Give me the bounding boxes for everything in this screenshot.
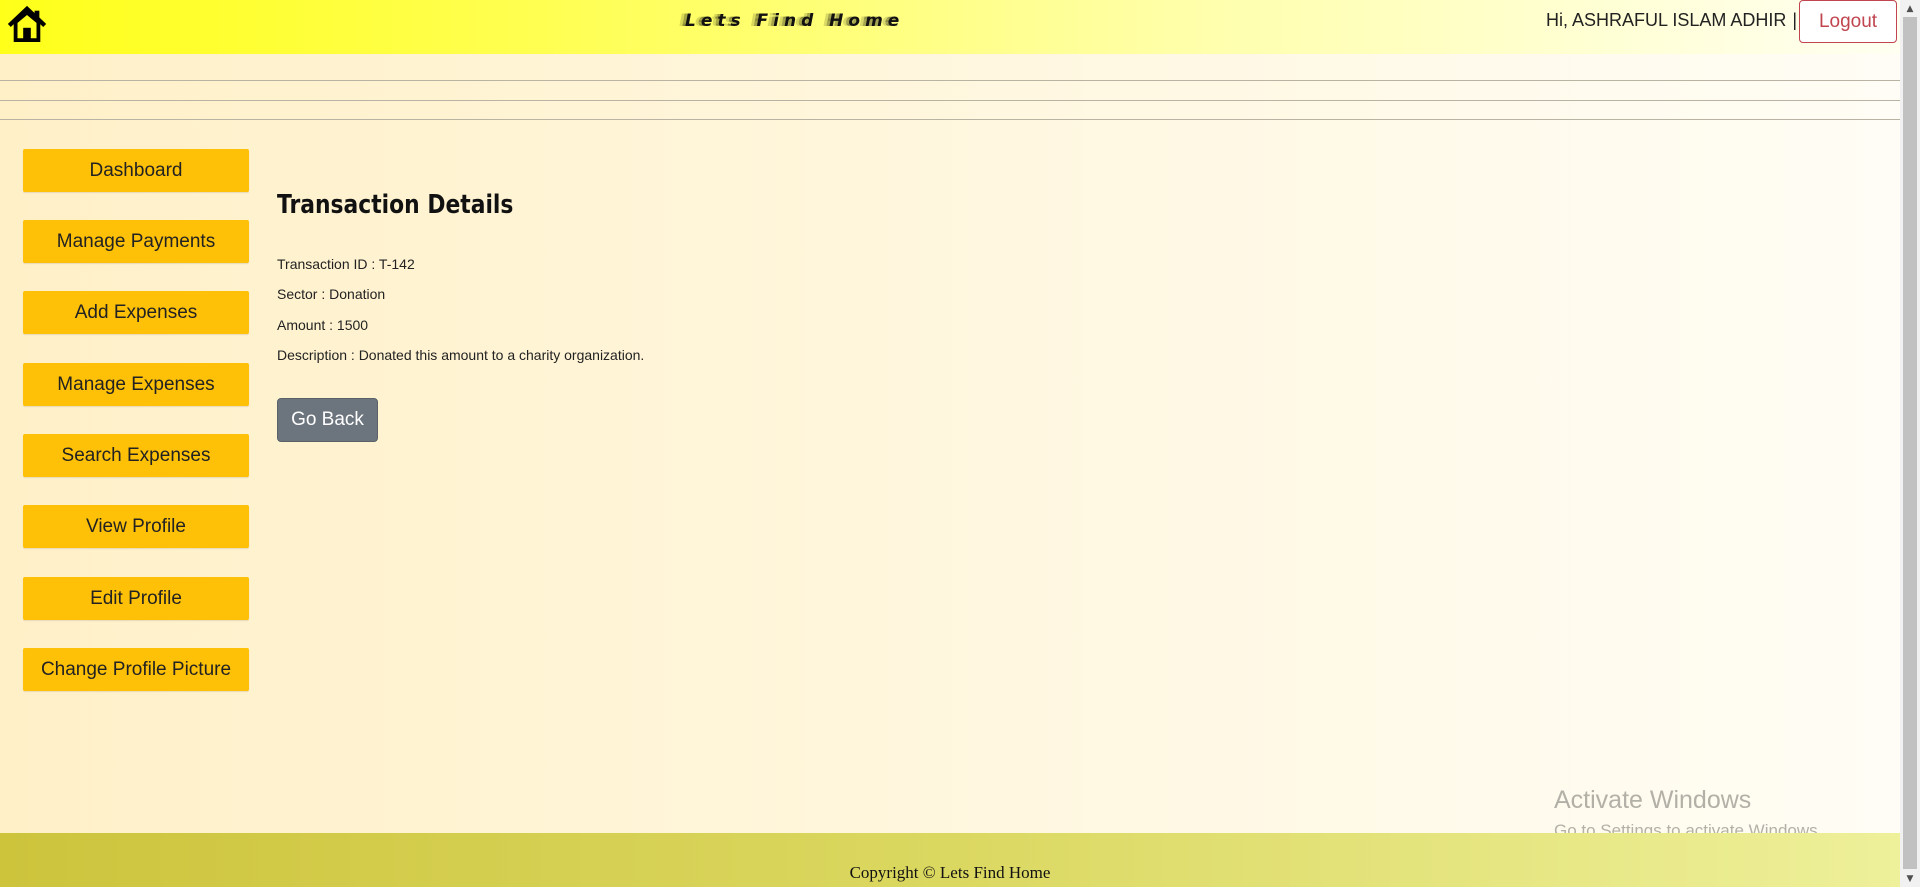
vertical-scrollbar[interactable]: ▲ ▼ [1900, 0, 1920, 887]
divider-line [0, 119, 1900, 120]
sidebar-item-view-profile[interactable]: View Profile [23, 505, 249, 548]
logout-button[interactable]: Logout [1799, 0, 1897, 43]
sidebar-item-edit-profile[interactable]: Edit Profile [23, 577, 249, 620]
divider-line [0, 100, 1900, 101]
sidebar-item-add-expenses[interactable]: Add Expenses [23, 291, 249, 334]
page-title: Transaction Details [277, 190, 514, 220]
greeting-separator: | [1792, 10, 1798, 30]
scroll-up-arrow-icon[interactable]: ▲ [1900, 0, 1920, 17]
footer: Copyright © Lets Find Home [0, 833, 1900, 887]
top-navbar: Lets Find Home Hi, ASHRAFUL ISLAM ADHIR |… [0, 0, 1900, 54]
sidebar-item-search-expenses[interactable]: Search Expenses [23, 434, 249, 477]
greeting-text: Hi, ASHRAFUL ISLAM ADHIR [1546, 10, 1787, 30]
transaction-sector: Sector : Donation [277, 286, 386, 302]
transaction-id: Transaction ID : T-142 [277, 256, 415, 272]
user-greeting: Hi, ASHRAFUL ISLAM ADHIR | [1546, 10, 1797, 31]
transaction-amount: Amount : 1500 [277, 317, 369, 333]
watermark-title: Activate Windows [1554, 786, 1752, 814]
sidebar-item-manage-expenses[interactable]: Manage Expenses [23, 363, 249, 406]
divider-line [0, 80, 1900, 81]
go-back-button[interactable]: Go Back [277, 398, 378, 442]
scroll-down-arrow-icon[interactable]: ▼ [1900, 870, 1920, 887]
scrollbar-thumb[interactable] [1903, 17, 1917, 869]
transaction-description: Description : Donated this amount to a c… [277, 347, 645, 363]
copyright-text: Copyright © Lets Find Home [849, 863, 1051, 882]
brand-logo: Lets Find Home [685, 11, 905, 31]
home-icon[interactable] [8, 5, 46, 43]
sidebar-item-manage-payments[interactable]: Manage Payments [23, 220, 249, 263]
sidebar-item-change-profile-picture[interactable]: Change Profile Picture [23, 648, 249, 691]
sidebar-item-dashboard[interactable]: Dashboard [23, 149, 249, 192]
